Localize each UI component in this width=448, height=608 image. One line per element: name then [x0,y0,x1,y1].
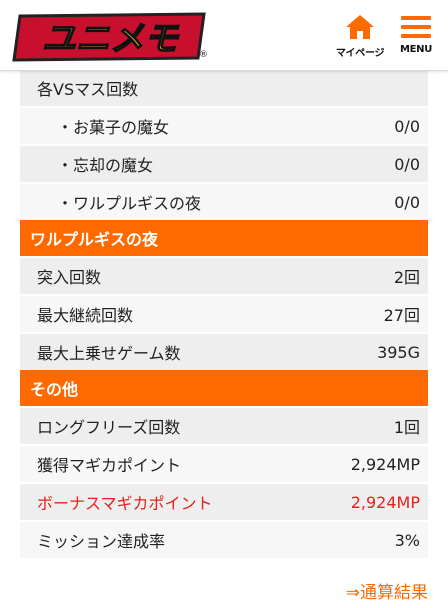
stats-table: 各VSマス回数 ・お菓子の魔女 0/0 ・忘却の魔女 0/0 ・ワルプルギスの夜… [20,70,428,558]
hamburger-menu-icon [401,16,431,38]
menu-label: MENU [399,44,433,55]
stat-row-vs-count: 各VSマス回数 [20,70,428,106]
stat-label: ・ワルプルギスの夜 [57,194,202,213]
stat-label: 突入回数 [37,268,102,287]
logo-registered-mark: ® [199,50,208,60]
section-header-walpurgis: ワルプルギスの夜 [20,220,428,256]
stat-row-walpurgis-vs: ・ワルプルギスの夜 0/0 [20,182,428,220]
site-header: ユニメモ ® マイページ MENU [0,0,448,71]
stat-row-mission-rate: ミッション達成率 3% [20,520,428,558]
stat-row-magica-points: 獲得マギカポイント 2,924MP [20,444,428,482]
stat-row-bonus-magica-points: ボーナスマギカポイント 2,924MP [20,482,428,520]
stat-value: 0/0 [394,192,420,212]
stat-value: 1回 [393,418,420,437]
stat-row-okashi-witch: ・お菓子の魔女 0/0 [20,106,428,144]
stat-label: ミッション達成率 [37,532,166,551]
home-icon [346,15,374,39]
stat-label: 各VSマス回数 [37,80,139,99]
mypage-button[interactable]: マイページ [334,14,386,62]
total-results-link[interactable]: ⇒通算結果 [346,578,428,603]
stat-row-max-added-games: 最大上乗せゲーム数 395G [20,332,428,370]
stat-value: 0/0 [394,154,420,174]
stat-label: 最大継続回数 [37,306,134,325]
stat-value: 27回 [383,306,420,325]
stat-label: 獲得マギカポイント [37,456,182,475]
stat-label: ロングフリーズ回数 [37,418,181,437]
stat-value: 0/0 [394,116,420,136]
stat-value: 2,924MP [350,454,420,474]
stat-label: ボーナスマギカポイント [37,494,213,513]
unimemo-logo[interactable]: ユニメモ [12,12,208,62]
stat-row-max-continuation: 最大継続回数 27回 [20,294,428,332]
stat-value: 2,924MP [350,492,420,512]
stat-row-boukyaku-witch: ・忘却の魔女 0/0 [20,144,428,182]
stat-label: ・お菓子の魔女 [57,118,170,137]
stat-value: 2回 [393,268,420,287]
stat-label: ・忘却の魔女 [57,156,154,175]
stat-row-long-freeze: ロングフリーズ回数 1回 [20,406,428,444]
mypage-label: マイページ [335,48,385,59]
stat-row-entry-count: 突入回数 2回 [20,256,428,294]
menu-button[interactable]: MENU [393,14,439,62]
stat-value: 395G [377,342,420,362]
stat-label: 最大上乗せゲーム数 [37,344,181,363]
section-header-other: その他 [20,370,428,406]
logo-text: ユニメモ [42,19,180,59]
stat-value: 3% [394,530,420,550]
